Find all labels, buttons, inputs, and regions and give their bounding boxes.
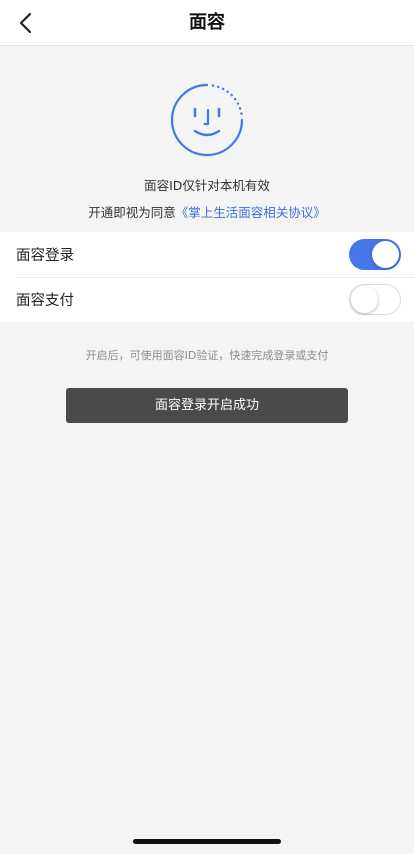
agreement-line: 开通即视为同意《掌上生活面容相关协议》 [0, 202, 414, 221]
face-pay-row: 面容支付 [0, 277, 414, 322]
home-indicator[interactable] [133, 839, 281, 844]
face-login-label: 面容登录 [16, 248, 74, 264]
face-id-settings-page: 面容 面容ID仅针对本机有效 开通即视为同意《掌上生活面容相关协议》 面容登录 [0, 0, 414, 854]
toggle-knob [351, 286, 378, 313]
page-title: 面容 [189, 12, 225, 33]
face-id-icon [166, 79, 248, 161]
validity-text: 面容ID仅针对本机有效 [144, 178, 270, 193]
face-login-toggle[interactable] [349, 239, 401, 270]
success-toast: 面容登录开启成功 [66, 388, 348, 423]
agreement-prefix: 开通即视为同意 [88, 205, 176, 220]
agreement-link[interactable]: 《掌上生活面容相关协议》 [176, 205, 326, 220]
nav-header: 面容 [0, 0, 414, 46]
hint-text: 开启后，可使用面容ID验证，快速完成登录或支付 [85, 349, 329, 362]
face-login-row: 面容登录 [0, 232, 414, 277]
toggle-knob [372, 241, 399, 268]
settings-list: 面容登录 面容支付 [0, 232, 414, 322]
face-pay-toggle[interactable] [349, 284, 401, 315]
face-pay-label: 面容支付 [16, 293, 74, 309]
